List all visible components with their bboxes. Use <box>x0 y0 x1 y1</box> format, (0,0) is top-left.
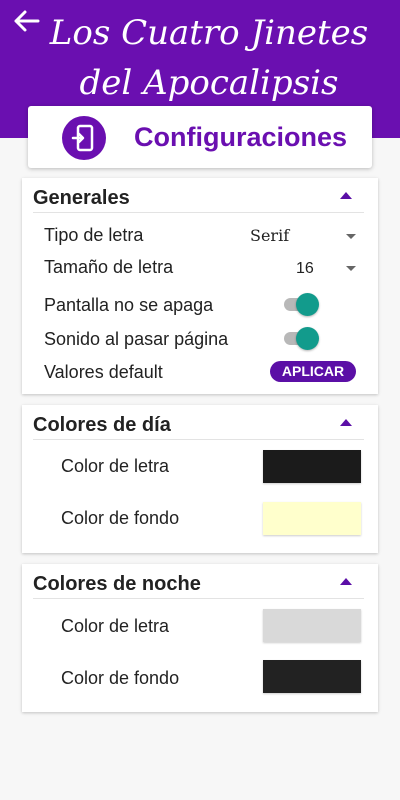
night-colors-card: Colores de noche Color de letra Color de… <box>22 564 378 712</box>
card-title-day-colors: Colores de día <box>33 414 171 436</box>
arrow-drop-up-icon[interactable] <box>340 192 352 199</box>
font-type-label: Tipo de letra <box>44 225 144 245</box>
screen-on-toggle[interactable] <box>284 293 319 316</box>
divider <box>33 212 364 213</box>
card-title-night-colors: Colores de noche <box>33 573 201 595</box>
day-text-color-label: Color de letra <box>61 456 170 476</box>
font-size-label: Tamaño de letra <box>44 257 174 277</box>
card-title-generales: Generales <box>33 187 130 209</box>
defaults-label: Valores default <box>44 362 163 382</box>
book-title: Los Cuatro Jinetes del Apocalipsis <box>49 13 369 103</box>
page-sound-toggle[interactable] <box>284 327 319 350</box>
night-text-color-label: Color de letra <box>61 616 170 636</box>
night-bg-color-swatch[interactable] <box>263 660 361 693</box>
day-bg-color-label: Color de fondo <box>61 508 180 528</box>
font-type-select[interactable]: Serif <box>250 225 289 247</box>
divider <box>33 439 364 440</box>
general-settings-card: Generales Tipo de letra Serif Tamaño de … <box>22 178 378 394</box>
day-bg-color-swatch[interactable] <box>263 502 361 535</box>
arrow-drop-down-icon[interactable] <box>346 234 356 239</box>
divider <box>33 598 364 599</box>
day-text-color-swatch[interactable] <box>263 450 361 483</box>
apply-defaults-button[interactable]: APLICAR <box>270 361 356 382</box>
arrow-drop-down-icon[interactable] <box>346 266 356 271</box>
night-bg-color-label: Color de fondo <box>61 668 180 688</box>
toggle-thumb <box>296 327 319 350</box>
screen-on-label: Pantalla no se apaga <box>44 295 214 315</box>
page-sound-label: Sonido al pasar página <box>44 329 229 349</box>
arrow-drop-up-icon[interactable] <box>340 578 352 585</box>
settings-title-card: Configuraciones <box>28 106 372 168</box>
day-colors-card: Colores de día Color de letra Color de f… <box>22 405 378 553</box>
night-text-color-swatch[interactable] <box>263 609 361 642</box>
page-title: Configuraciones <box>134 122 348 152</box>
settings-phone-icon <box>62 116 106 160</box>
arrow-drop-up-icon[interactable] <box>340 419 352 426</box>
font-size-select[interactable]: 16 <box>296 258 314 280</box>
toggle-thumb <box>296 293 319 316</box>
